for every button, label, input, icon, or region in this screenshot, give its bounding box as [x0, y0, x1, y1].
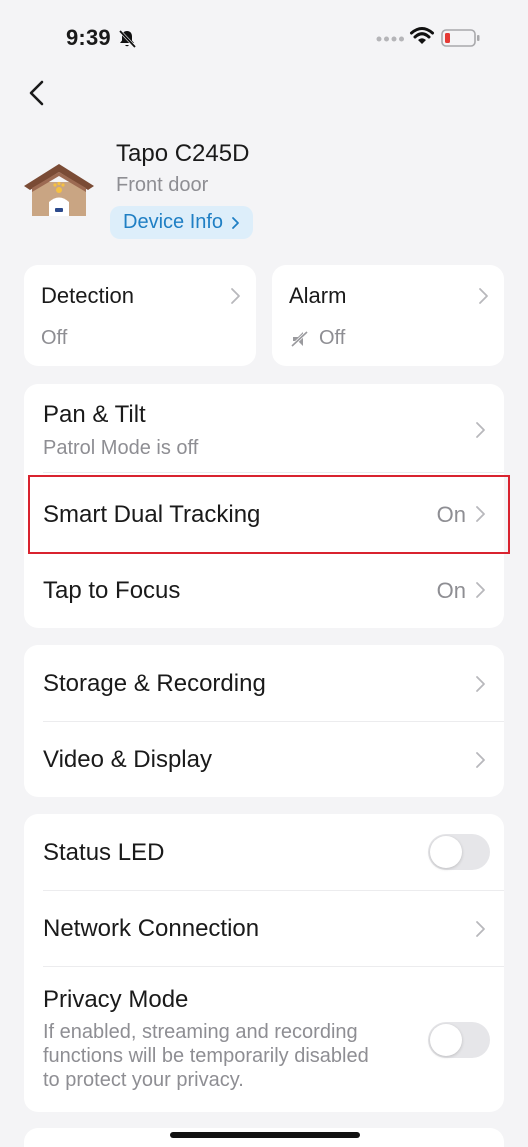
privacy-mode-row: Privacy Mode If enabled, streaming and r…: [24, 967, 504, 1112]
status-led-title: Status LED: [43, 839, 165, 866]
privacy-mode-toggle[interactable]: [428, 1022, 490, 1058]
detection-value: Off: [41, 327, 68, 349]
storage-video-group: Storage & Recording Video & Display: [24, 645, 504, 797]
chevron-right-icon: [231, 288, 240, 304]
led-network-privacy-group: Status LED Network Connection Privacy Mo…: [24, 814, 504, 1112]
chevron-right-icon: [232, 216, 239, 229]
smart-dual-tracking-value: On: [436, 502, 466, 527]
toggle-knob: [430, 1024, 462, 1056]
network-connection-title: Network Connection: [43, 915, 260, 942]
bell-slash-icon: [118, 29, 137, 49]
detection-title: Detection: [41, 283, 134, 308]
chevron-right-icon: [476, 676, 485, 692]
status-time: 9:39: [66, 25, 111, 50]
tap-to-focus-value: On: [436, 578, 466, 603]
smart-dual-tracking-title: Smart Dual Tracking: [43, 501, 261, 528]
back-icon[interactable]: [24, 78, 54, 108]
pan-tilt-title: Pan & Tilt: [43, 401, 146, 428]
alarm-title: Alarm: [289, 283, 347, 308]
privacy-mode-description-line-2: functions will be temporarily disabled: [43, 1045, 369, 1067]
tap-to-focus-row[interactable]: Tap to Focus On: [24, 554, 504, 628]
detection-value-row: Off: [41, 327, 67, 350]
alarm-card[interactable]: Alarm Off: [272, 265, 504, 366]
house-icon: [24, 164, 94, 216]
status-bar: 9:39: [0, 0, 528, 78]
status-led-toggle[interactable]: [428, 834, 490, 870]
alarm-muted-icon: [290, 330, 309, 347]
device-name: Tapo C245D: [116, 140, 250, 167]
device-info-button[interactable]: Device Info: [110, 206, 254, 239]
alarm-value: Off: [319, 327, 346, 349]
divider: [43, 472, 504, 473]
pan-tracking-group: Pan & Tilt Patrol Mode is off Smart Dual…: [24, 384, 504, 628]
storage-recording-title: Storage & Recording: [43, 670, 266, 697]
chevron-right-icon: [476, 506, 485, 522]
status-led-row: Status LED: [24, 814, 504, 890]
pan-tilt-row[interactable]: Pan & Tilt Patrol Mode is off: [24, 384, 504, 472]
privacy-mode-description-line-3: to protect your privacy.: [43, 1069, 244, 1091]
chevron-right-icon: [476, 921, 485, 937]
wifi-icon: [410, 27, 434, 44]
chevron-right-icon: [479, 288, 488, 304]
home-indicator: [170, 1132, 360, 1138]
video-display-row[interactable]: Video & Display: [24, 722, 504, 797]
privacy-mode-title: Privacy Mode: [43, 986, 189, 1013]
alarm-value-row: Off: [289, 327, 345, 350]
storage-recording-row[interactable]: Storage & Recording: [24, 645, 504, 721]
device-location: Front door: [116, 174, 209, 196]
privacy-mode-description-line-1: If enabled, streaming and recording: [43, 1021, 358, 1043]
tap-to-focus-title: Tap to Focus: [43, 577, 181, 604]
chevron-right-icon: [476, 752, 485, 768]
video-display-title: Video & Display: [43, 746, 212, 773]
battery-icon: [441, 29, 480, 47]
chevron-right-icon: [476, 582, 485, 598]
device-header: Tapo C245D Front door Device Info: [24, 134, 504, 244]
pan-tilt-subtitle: Patrol Mode is off: [43, 437, 199, 459]
smart-dual-tracking-row[interactable]: Smart Dual Tracking On: [24, 476, 504, 552]
device-info-label: Device Info: [123, 211, 224, 233]
chevron-right-icon: [476, 422, 485, 438]
detection-card[interactable]: Detection Off: [24, 265, 256, 366]
signal-dots-icon: [376, 36, 404, 42]
network-connection-row[interactable]: Network Connection: [24, 891, 504, 966]
toggle-knob: [430, 836, 462, 868]
